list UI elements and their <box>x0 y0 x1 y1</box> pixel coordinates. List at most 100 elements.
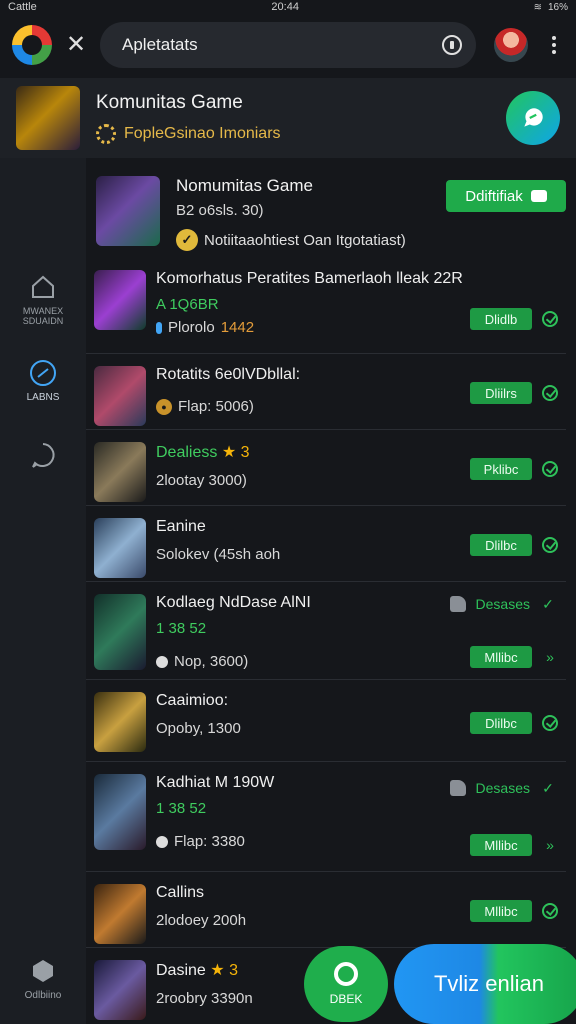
top-bar: ✕ Apletatats <box>0 14 576 76</box>
row-action: Dlilbc <box>470 712 558 734</box>
row-action: Mllibc <box>470 900 558 922</box>
featured-subtitle-text: Notiitaaohtiest Oan Itgotatiast) <box>204 231 406 249</box>
game-thumbnail <box>94 442 146 502</box>
status-icons: ≋ 16% <box>534 2 568 13</box>
record-icon <box>334 962 358 986</box>
list-item[interactable]: Kadhiat M 190W 1 38 52 Flap: 3380 Desase… <box>86 762 566 872</box>
row-action: Mllibc » <box>470 834 558 856</box>
chat-icon <box>524 108 543 127</box>
clock: 20:44 <box>271 1 299 13</box>
verified-icon: ✓ <box>176 229 198 251</box>
sidebar: MWANEX SDUAIDN LABNS Odlbiino <box>0 158 86 1024</box>
thumbs-up-icon[interactable] <box>449 596 466 612</box>
row-extra: Desases ✓ <box>449 596 556 612</box>
featured-community[interactable]: Nomumitas Game B2 o6sls. 30) ✓ Notiitaao… <box>86 158 576 258</box>
row-action-button[interactable]: Dliilrs <box>470 382 532 404</box>
app-logo[interactable] <box>12 25 52 65</box>
check-icon <box>542 311 558 327</box>
search-query[interactable]: Apletatats <box>122 35 432 55</box>
game-thumbnail <box>94 270 146 330</box>
row-action-button[interactable]: Mllibc <box>470 646 532 668</box>
sidebar-item-label: LABNS <box>26 392 60 403</box>
row-extra-label: Desases <box>475 596 530 612</box>
list-item[interactable]: Caaimioo: Opoby, 1300 Dlilbc <box>86 680 566 762</box>
chat-icon <box>530 190 547 202</box>
battery-level: 16% <box>547 1 568 13</box>
chat-button[interactable] <box>506 91 560 145</box>
row-title: Caaimioo: <box>156 692 229 709</box>
row-action-button[interactable]: Mllibc <box>470 834 532 856</box>
row-extra: Desases ✓ <box>449 780 556 796</box>
row-title-suffix: 3 <box>229 962 238 979</box>
community-subtitle-text: FopleGsinao Imoniars <box>124 125 281 142</box>
row-action: Dliilrs <box>470 382 558 404</box>
info-icon[interactable] <box>442 35 462 55</box>
thumbs-up-icon[interactable] <box>449 780 466 796</box>
game-thumbnail <box>94 884 146 944</box>
row-action-button[interactable]: Dlilbc <box>470 712 532 734</box>
game-thumbnail <box>94 774 146 850</box>
row-action: Dlidlb <box>470 308 558 330</box>
community-thumbnail <box>16 86 80 150</box>
row-title-suffix: 3 <box>240 444 250 461</box>
sidebar-item-labns[interactable]: LABNS <box>0 358 86 403</box>
featured-action-button[interactable]: Ddiftifiak <box>446 180 566 212</box>
featured-thumbnail <box>96 176 160 246</box>
primary-cta-button[interactable]: Tvliz enlian <box>394 944 576 1024</box>
check-icon <box>542 461 558 477</box>
row-action-button[interactable]: Pklibc <box>470 458 532 480</box>
row-action-button[interactable]: Mllibc <box>470 900 532 922</box>
double-chevron-icon[interactable]: » <box>542 650 558 664</box>
game-thumbnail <box>94 366 146 426</box>
badge-icon: ● <box>156 398 172 415</box>
row-action: Pklibc <box>470 458 558 480</box>
pin-icon <box>156 321 162 334</box>
row-title-text: Dasine <box>156 962 206 979</box>
deek-button[interactable]: DBEK <box>304 946 388 1022</box>
list-item[interactable]: Rotatits 6e0lVDbllal: ● Flap: 5006) Dlii… <box>86 354 566 430</box>
wifi-icon: ≋ <box>533 1 542 13</box>
user-icon <box>156 835 168 848</box>
row-title: Komorhatus Peratites Bamerlaoh lleak 22R <box>156 270 463 287</box>
row-rating: 1 38 52 <box>156 620 207 637</box>
check-icon: ✓ <box>542 596 554 612</box>
row-meta-count: 1442 <box>220 319 255 336</box>
list-item[interactable]: Kodlaeg NdDase AlNI 1 38 52 Nop, 3600) D… <box>86 582 566 680</box>
deek-label: DBEK <box>329 992 363 1006</box>
game-thumbnail <box>94 518 146 578</box>
list-item[interactable]: Eanine Solokev (45sh aoh Dlilbc <box>86 506 566 582</box>
sidebar-item-messages[interactable] <box>0 440 86 474</box>
star-icon: ★ <box>221 444 237 461</box>
featured-subtitle: ✓ Notiitaaohtiest Oan Itgotatiast) <box>176 229 566 251</box>
game-thumbnail <box>94 960 146 1020</box>
check-icon: ✓ <box>542 780 554 796</box>
row-action-button[interactable]: Dlilbc <box>470 534 532 556</box>
row-action-button[interactable]: Dlidlb <box>470 308 532 330</box>
cta-label: Tvliz enlian <box>433 971 545 996</box>
more-options-icon[interactable] <box>544 36 564 54</box>
community-title: Komunitas Game <box>96 92 243 113</box>
list-item[interactable]: Dealiess ★ 3 2lootay 3000) Pklibc <box>86 430 566 506</box>
row-action: Mllibc » <box>470 646 558 668</box>
star-icon: ★ <box>210 962 225 979</box>
check-icon <box>542 385 558 401</box>
carrier-label: Cattle <box>8 1 37 13</box>
sidebar-item-settings[interactable]: Odlbiino <box>0 956 86 1001</box>
search-field[interactable]: Apletatats <box>100 22 476 68</box>
featured-action-label: Ddiftifiak <box>465 187 523 205</box>
home-icon <box>32 275 54 298</box>
check-icon <box>542 537 558 553</box>
settings-icon <box>33 960 53 982</box>
list-item[interactable]: Callins 2lodoey 200h Mllibc <box>86 872 566 948</box>
close-icon[interactable]: ✕ <box>62 31 90 59</box>
row-meta-text: Flap: 3380 <box>174 833 245 850</box>
row-meta-text: Nop, 3600) <box>174 653 249 670</box>
row-title-text: Dealiess <box>156 444 218 461</box>
sidebar-item-label: Odlbiino <box>24 990 62 1001</box>
gear-icon <box>96 124 116 144</box>
sidebar-item-home[interactable]: MWANEX SDUAIDN <box>0 272 86 326</box>
avatar[interactable] <box>494 28 528 62</box>
double-chevron-icon[interactable]: » <box>542 838 558 852</box>
list-item[interactable]: Komorhatus Peratites Bamerlaoh lleak 22R… <box>86 258 566 354</box>
user-icon <box>156 655 168 668</box>
